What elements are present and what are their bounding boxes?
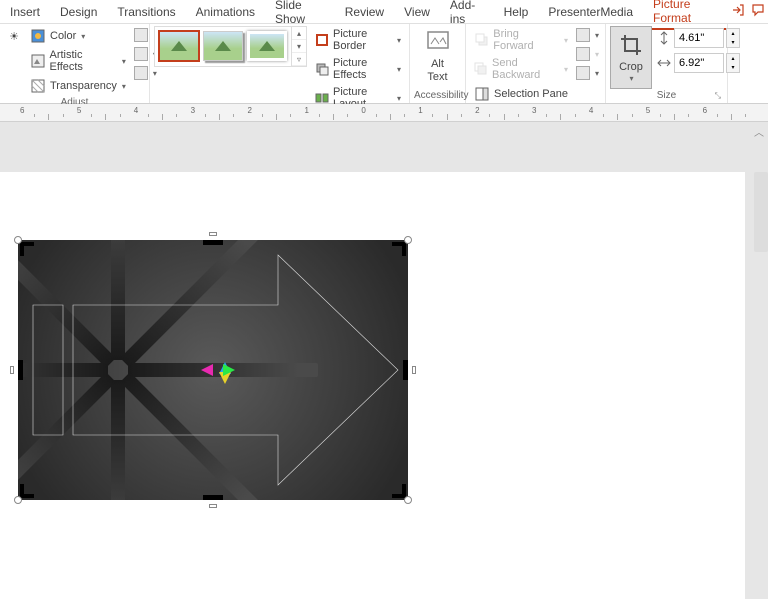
corrections-icon: ☀	[6, 28, 22, 44]
tab-transitions[interactable]: Transitions	[107, 2, 185, 22]
crop-handle-top[interactable]	[203, 240, 223, 245]
slide-canvas[interactable]: ︿	[0, 122, 768, 599]
gallery-more[interactable]: ▿	[292, 53, 306, 66]
bring-forward-label: Bring Forward	[493, 28, 559, 52]
send-backward-label: Send Backward	[492, 57, 559, 81]
tab-presentermedia[interactable]: PresenterMedia	[538, 2, 643, 22]
rotate-icon	[576, 66, 590, 80]
crop-label: Crop	[619, 61, 643, 74]
tab-view[interactable]: View	[394, 2, 440, 22]
crop-icon	[617, 31, 645, 59]
sel-handle[interactable]	[412, 366, 416, 374]
picture-effects-button[interactable]: Picture Effects ▾	[311, 55, 405, 83]
send-backward-button: Send Backward ▾	[470, 55, 572, 83]
width-up[interactable]: ▴	[727, 54, 739, 63]
crop-button[interactable]: Crop ▾	[610, 26, 652, 89]
change-picture-icon	[134, 47, 148, 61]
align-icon	[576, 28, 590, 42]
accessibility-group-label: Accessibility	[414, 89, 461, 103]
style-frame[interactable]	[247, 31, 287, 61]
tab-animations[interactable]: Animations	[186, 2, 265, 22]
slide[interactable]	[0, 172, 745, 599]
gallery-up[interactable]: ▴	[292, 27, 306, 40]
rotate-button[interactable]: ▾	[574, 64, 601, 82]
tab-help[interactable]: Help	[494, 2, 539, 22]
group-button: ▾	[574, 45, 601, 63]
border-icon	[315, 32, 329, 48]
sel-handle[interactable]	[14, 496, 22, 504]
selected-picture[interactable]	[18, 240, 408, 500]
gallery-down[interactable]: ▾	[292, 40, 306, 53]
color-icon	[30, 28, 46, 44]
width-down[interactable]: ▾	[727, 63, 739, 72]
size-launcher[interactable]: ⤡	[715, 91, 721, 101]
transparency-label: Transparency	[50, 80, 117, 92]
width-icon	[656, 55, 672, 71]
color-button[interactable]: Color ▾	[26, 26, 130, 46]
height-up[interactable]: ▴	[727, 29, 739, 38]
sel-handle[interactable]	[209, 504, 217, 508]
height-down[interactable]: ▾	[727, 38, 739, 47]
sel-handle[interactable]	[14, 236, 22, 244]
selection-pane-button[interactable]: Selection Pane	[470, 84, 572, 104]
alt-text-l1: Alt	[431, 58, 444, 71]
sel-handle[interactable]	[404, 236, 412, 244]
sel-handle[interactable]	[404, 496, 412, 504]
size-group-label: Size	[657, 90, 676, 101]
sel-handle[interactable]	[10, 366, 14, 374]
crop-handle-bottom[interactable]	[203, 495, 223, 500]
artistic-effects-button[interactable]: Artistic Effects ▾	[26, 47, 130, 75]
alt-text-l2: Text	[427, 71, 447, 84]
artistic-label: Artistic Effects	[50, 49, 117, 73]
artistic-icon	[30, 53, 46, 69]
picture-styles-gallery[interactable]: ▴ ▾ ▿	[154, 26, 307, 67]
share-icon[interactable]	[728, 3, 748, 20]
selection-pane-icon	[474, 86, 490, 102]
color-label: Color	[50, 30, 76, 42]
align-button[interactable]: ▾	[574, 26, 601, 44]
alt-text-icon	[424, 28, 452, 56]
collapse-ribbon-icon[interactable]: ︿	[754, 124, 764, 139]
ribbon: ☀ Color ▾ Artistic Effects ▾ Transparenc…	[0, 24, 768, 104]
style-shadow[interactable]	[203, 31, 243, 61]
effects-icon	[315, 61, 329, 77]
transparency-button[interactable]: Transparency ▾	[26, 76, 130, 96]
picture-border-button[interactable]: Picture Border ▾	[311, 26, 405, 54]
selection-pane-label: Selection Pane	[494, 88, 568, 100]
tab-design[interactable]: Design	[50, 2, 107, 22]
corrections-button[interactable]: ☀	[4, 26, 24, 46]
style-simple[interactable]	[159, 31, 199, 61]
bring-forward-icon	[474, 32, 489, 48]
send-backward-icon	[474, 61, 488, 77]
alt-text-button[interactable]: Alt Text	[418, 26, 458, 86]
effects-label: Picture Effects	[333, 57, 392, 81]
reset-icon	[134, 66, 148, 80]
horizontal-ruler[interactable]: 6543210123456	[0, 104, 768, 122]
height-input[interactable]	[674, 28, 724, 48]
transparency-icon	[30, 78, 46, 94]
sel-handle[interactable]	[209, 232, 217, 236]
ribbon-tabs: Insert Design Transitions Animations Sli…	[0, 0, 768, 24]
crop-handle-left[interactable]	[18, 360, 23, 380]
height-icon	[656, 30, 672, 46]
crop-handle-right[interactable]	[403, 360, 408, 380]
vertical-scrollbar[interactable]	[754, 172, 768, 252]
compress-icon	[134, 28, 148, 42]
bring-forward-button: Bring Forward ▾	[470, 26, 572, 54]
border-label: Picture Border	[333, 28, 392, 52]
group-icon	[576, 47, 590, 61]
tab-insert[interactable]: Insert	[0, 2, 50, 22]
tab-review[interactable]: Review	[335, 2, 394, 22]
width-input[interactable]	[674, 53, 724, 73]
comments-icon[interactable]	[748, 3, 768, 20]
